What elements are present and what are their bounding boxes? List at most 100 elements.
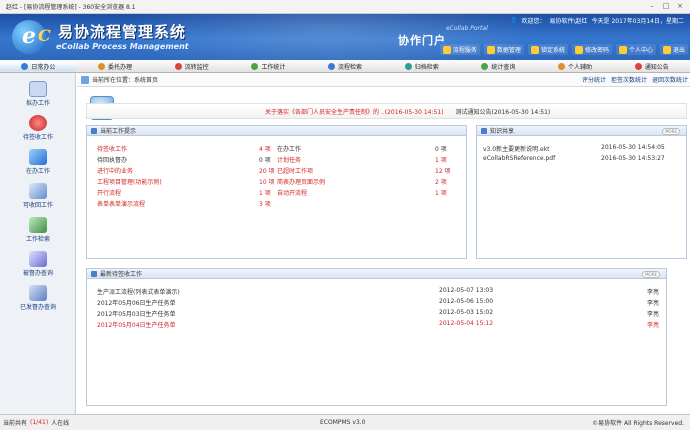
welcome-info: 👤 欢迎您： 易协软件\赵红 今天是 2017年03月14日，星期二 <box>510 17 684 25</box>
main-menu: 日常办公 委托办理 流转监控 工作统计 流程检索 归档检索 统计查询 个人辅助 … <box>0 60 690 73</box>
menu-archive-search[interactable]: 归档检索 <box>383 62 460 71</box>
menu-process-search[interactable]: 流程检索 <box>307 62 384 71</box>
topnav-personal-center[interactable]: 个人中心 <box>615 44 656 55</box>
work-item-link[interactable]: 进行中的业务 <box>97 166 133 175</box>
work-item-link[interactable]: 自动开流程 <box>277 188 307 197</box>
more-button[interactable]: MORE <box>642 271 660 278</box>
sent-icon <box>29 285 47 301</box>
status-bar: 当前共有 (1/41) 人在线 ECOMPMS v3.0 ©易协软件 All R… <box>0 414 690 430</box>
notice-warning-link[interactable]: 关于落实《各部门人员安全生产责任制》的 ..(2016-05-30 14:51) <box>265 107 443 116</box>
home-icon <box>81 75 89 84</box>
panel-icon <box>481 127 487 134</box>
maximize-button[interactable]: □ <box>660 1 672 11</box>
menu-delegation[interactable]: 委托办理 <box>77 62 154 71</box>
sidebar-item-to-sign[interactable]: 待签收工作 <box>0 115 76 141</box>
work-item-count: 0 项 <box>259 157 271 164</box>
latest-item-user: 李亮 <box>647 322 660 329</box>
assist-icon <box>558 62 566 70</box>
version: ECOMPMS v3.0 <box>320 419 366 426</box>
menu-personal-assist[interactable]: 个人辅助 <box>537 62 614 71</box>
menu-stats-query[interactable]: 统计查询 <box>460 62 537 71</box>
topnav-change-password[interactable]: 修改密码 <box>571 44 612 55</box>
user-icon: 👤 <box>510 17 518 24</box>
delegate-icon <box>98 62 105 70</box>
menu-flow-monitor[interactable]: 流转监控 <box>153 62 230 71</box>
work-item-link[interactable]: 开行流程 <box>97 188 121 197</box>
archive-icon <box>404 62 412 70</box>
window-title: 赵红 - [易协流程管理系统] - 360安全浏览器 8.1 <box>6 4 136 11</box>
knowledge-panel: 知识共享 MORE v3.0新主要更新说明.ekt 2016-05-30 14:… <box>476 125 687 259</box>
menu-work-stats[interactable]: 工作统计 <box>230 62 307 71</box>
online-count: (1/41) <box>30 419 49 426</box>
minimize-button[interactable]: – <box>646 1 658 11</box>
browser-titlebar: 赵红 - [易协流程管理系统] - 360安全浏览器 8.1 – □ × <box>0 0 690 14</box>
stats-icon <box>251 62 259 70</box>
work-item-count: 10 项 <box>259 179 275 186</box>
latest-item-link[interactable]: 生产派工流程(列表式表单演示) <box>97 287 180 296</box>
return-stats-link[interactable]: 退回次数统计 <box>652 75 688 84</box>
latest-item-link[interactable]: 2012年05月04日生产任务单 <box>97 320 176 329</box>
score-stats-link[interactable]: 评分统计 <box>582 75 606 84</box>
lock-icon <box>530 45 539 54</box>
search-icon <box>328 62 336 70</box>
reject-stats-link[interactable]: 拒签次数统计 <box>611 75 647 84</box>
panel-icon <box>91 127 97 134</box>
menu-announcements[interactable]: 通知公告 <box>613 62 690 71</box>
work-item-link[interactable]: 工程项目管理(功能示例) <box>97 177 162 186</box>
topnav-lock-system[interactable]: 锁定系统 <box>527 44 568 55</box>
topnav-process-service[interactable]: 流程服务 <box>439 44 480 55</box>
draft-icon <box>29 81 47 97</box>
work-item-link[interactable]: 表单表单演示流程 <box>97 199 145 208</box>
work-item-link[interactable]: 已超时工作项 <box>277 166 313 175</box>
sidebar-item-work-search[interactable]: 工作检索 <box>0 217 76 243</box>
sidebar-item-sent-supervise[interactable]: 已发督办查询 <box>0 285 76 311</box>
current-date: 今天是 2017年03月14日，星期二 <box>591 18 684 25</box>
work-item-count: 1 项 <box>259 190 271 197</box>
topnav-data-manage[interactable]: 数据管理 <box>483 44 524 55</box>
sidebar-item-in-progress[interactable]: 在办工作 <box>0 149 76 175</box>
panel-header: 当前工作提示 <box>87 126 466 136</box>
knowledge-date: 2016-05-30 14:53:27 <box>601 155 665 162</box>
breadcrumb: 当前所在位置：系统首页 评分统计 拒签次数统计 退回次数统计 <box>77 73 690 87</box>
app-name-en: eCollab Process Management <box>56 42 189 51</box>
knowledge-item[interactable]: v3.0新主要更新说明.ekt <box>483 144 550 153</box>
latest-item-user: 李亮 <box>647 300 660 307</box>
announce-icon <box>634 62 642 70</box>
notice-announcement-link[interactable]: 测试通知公告(2016-05-30 14:51) <box>455 107 550 116</box>
supervise-icon <box>29 251 47 267</box>
work-item-link[interactable]: 待签收工作 <box>97 144 127 153</box>
sidebar-item-supervised[interactable]: 被督办查询 <box>0 251 76 277</box>
work-item-count: 1 项 <box>435 190 447 197</box>
app-banner: e C 易协流程管理系统 eCollab Process Management … <box>0 14 690 60</box>
latest-item-date: 2012-05-07 13:03 <box>439 287 494 294</box>
knowledge-date: 2016-05-30 14:54:05 <box>601 144 665 151</box>
topnav-logout[interactable]: 退出 <box>659 44 688 55</box>
latest-item-date: 2012-05-04 15:12 <box>439 320 494 327</box>
latest-item-date: 2012-05-06 15:00 <box>439 298 494 305</box>
work-item-count: 0 项 <box>435 146 447 153</box>
work-item-link[interactable]: 待回执督办 <box>97 155 127 164</box>
left-sidebar: 拟办工作 待签收工作 在办工作 可收回工作 工作检索 被督办查询 已发督办查询 <box>0 73 76 414</box>
chart-icon <box>481 62 489 70</box>
recall-icon <box>29 183 47 199</box>
copyright: ©易协软件 All Rights Reserved. <box>592 420 684 427</box>
sidebar-item-draft[interactable]: 拟办工作 <box>0 81 76 107</box>
sidebar-item-recall[interactable]: 可收回工作 <box>0 183 76 209</box>
work-item-link[interactable]: 在办工作 <box>277 144 301 153</box>
menu-daily-office[interactable]: 日常办公 <box>0 61 77 71</box>
pencil-icon <box>29 149 47 165</box>
latest-item-link[interactable]: 2012年05月06日生产任务单 <box>97 298 176 307</box>
knowledge-item[interactable]: eCollabRSReference.pdf <box>483 155 555 162</box>
latest-item-user: 李亮 <box>647 311 660 318</box>
portal-name-cn: 协作门户 <box>398 34 446 47</box>
work-item-count: 4 项 <box>259 146 271 153</box>
close-button[interactable]: × <box>674 1 686 11</box>
work-item-count: 20 项 <box>259 168 275 175</box>
more-button[interactable]: MORE <box>662 128 680 135</box>
work-item-link[interactable]: 计划任务 <box>277 155 301 164</box>
notice-bar: 关于落实《各部门人员安全生产责任制》的 ..(2016-05-30 14:51)… <box>86 103 687 119</box>
latest-item-link[interactable]: 2012年05月03日生产任务单 <box>97 309 176 318</box>
work-item-count: 2 项 <box>435 179 447 186</box>
logo-c-glyph: C <box>38 26 51 45</box>
work-item-link[interactable]: 简表办理页面示例 <box>277 177 325 186</box>
